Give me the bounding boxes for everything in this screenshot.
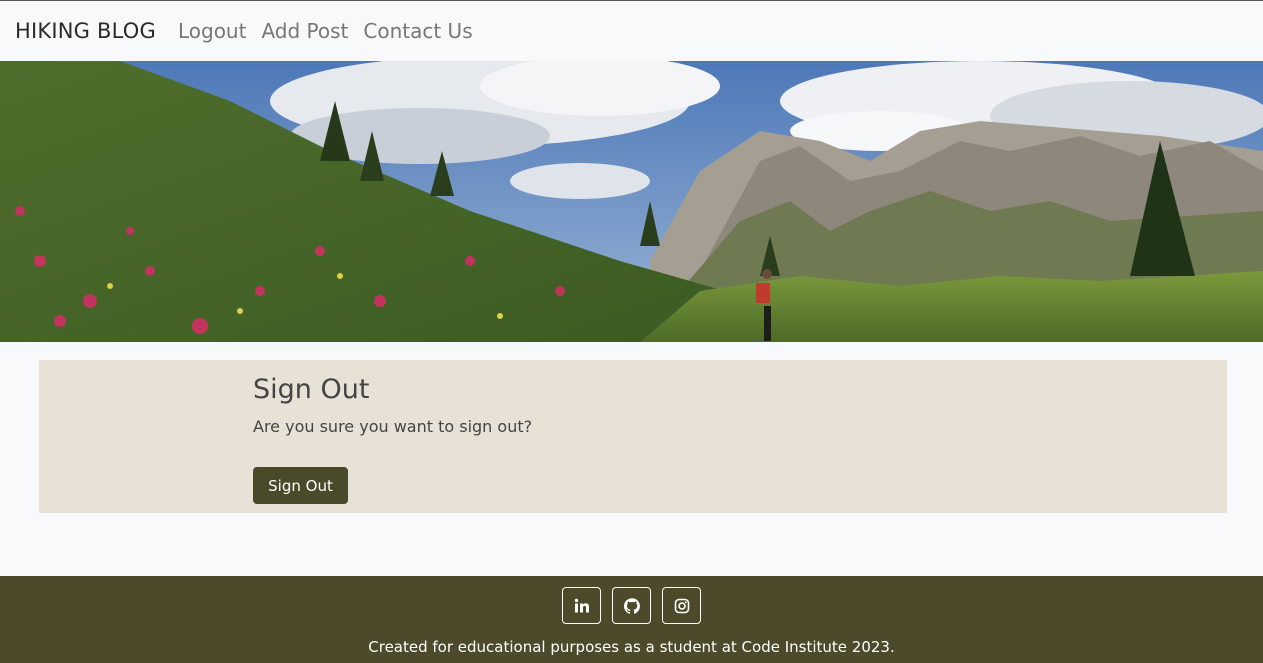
navbar: HIKING BLOG Logout Add Post Contact Us [0,0,1263,61]
linkedin-icon [574,598,590,614]
nav-link-logout[interactable]: Logout [178,19,246,43]
brand-link[interactable]: HIKING BLOG [15,19,156,43]
signout-card: Sign Out Are you sure you want to sign o… [39,360,1227,513]
page: HIKING BLOG Logout Add Post Contact Us S… [0,0,1263,663]
footer: Created for educational purposes as a st… [0,576,1263,663]
signout-message: Are you sure you want to sign out? [253,417,533,436]
social-links [0,587,1263,624]
github-icon [623,597,640,614]
sign-out-button[interactable]: Sign Out [253,467,348,504]
signout-title: Sign Out [253,374,370,405]
instagram-icon [674,598,690,614]
github-link[interactable] [612,587,651,624]
hero-image [0,61,1263,342]
signout-content: Sign Out Are you sure you want to sign o… [253,374,532,437]
footer-credit: Created for educational purposes as a st… [368,638,895,656]
nav-link-contact-us[interactable]: Contact Us [363,19,472,43]
linkedin-link[interactable] [562,587,601,624]
instagram-link[interactable] [662,587,701,624]
nav-link-add-post[interactable]: Add Post [261,19,348,43]
